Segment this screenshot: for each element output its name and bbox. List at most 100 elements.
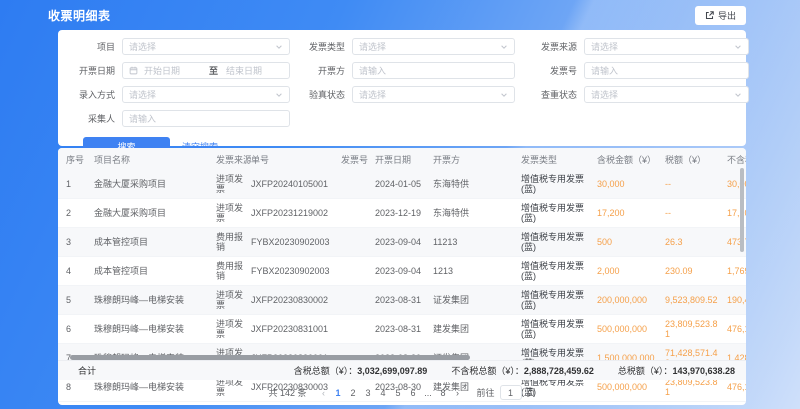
cell-date: 2024-01-05 [375,170,433,199]
invoice-date-label: 开票日期 [66,64,115,77]
cell-tax: -- [665,199,727,228]
invoice-type-label: 发票类型 [297,40,345,53]
cell-amount: 30,000 [597,170,665,199]
cell-amount: 500 [597,228,665,257]
export-label: 导出 [718,9,736,22]
cell-seq: 2 [58,199,94,228]
table-row[interactable]: 4 成本管控项目 费用报销 FYBX20230902003 2023-09-04… [58,257,746,286]
verify-status-select-placeholder: 请选择 [359,88,386,101]
invoice-no-input[interactable] [591,66,742,76]
cell-invoice-no [341,315,375,344]
table-header-row: 序号 项目名称 发票来源 单号 发票号 开票日期 开票方 发票类型 含税金额（¥… [58,148,746,170]
col-issuer: 开票方 [433,148,521,170]
dup-check-status-select[interactable]: 请选择 [584,86,749,103]
chevron-down-icon [734,43,742,51]
table-row[interactable]: 1 金融大厦采购项目 进项发票 JXFP20240105001 2024-01-… [58,170,746,199]
collector-label: 采集人 [66,112,115,125]
tax-incl-total: 含税总额（¥）：3,032,699,097.89 [294,364,428,377]
prev-page-button[interactable]: ‹ [317,388,331,398]
cell-order-no: JXFP20230831001 [251,315,341,344]
jump-prefix-label: 前往 [477,386,495,399]
cell-project: 成本管控项目 [94,257,216,286]
dup-check-status-label: 查重状态 [522,88,577,101]
table-row[interactable]: 6 珠穆朗玛峰—电梯安装 进项发票 JXFP20230831001 2023-0… [58,315,746,344]
cell-tax: 26.3 [665,228,727,257]
page-number-button[interactable]: 2 [346,388,361,398]
cell-seq: 5 [58,286,94,315]
table-row[interactable]: 2 金融大厦采购项目 进项发票 JXFP20231219002 2023-12-… [58,199,746,228]
cell-net: 190,476,190.48 [727,286,746,315]
chevron-down-icon [500,91,508,99]
invoice-no-input-wrap [584,62,749,79]
col-order-no: 单号 [251,148,341,170]
cell-seq: 3 [58,228,94,257]
summary-label: 合计 [78,364,96,377]
dup-check-select-placeholder: 请选择 [591,88,618,101]
tax-amount-total: 总税额（¥）：143,970,638.28 [618,364,735,377]
cell-order-no: JXFP20230830002 [251,286,341,315]
cell-type: 增值税专用发票(蓝) [521,199,597,228]
jump-page-input[interactable] [500,385,522,400]
cell-issuer: 1213 [433,257,521,286]
verify-status-label: 验真状态 [297,88,345,101]
table-row[interactable]: 3 成本管控项目 费用报销 FYBX20230902003 2023-09-04… [58,228,746,257]
cell-invoice-no [341,257,375,286]
cell-amount: 2,000 [597,257,665,286]
issuer-input-wrap [352,62,515,79]
cell-date: 2023-08-31 [375,315,433,344]
date-separator: 至 [209,64,218,77]
invoice-table-card: 序号 项目名称 发票来源 单号 发票号 开票日期 开票方 发票类型 含税金额（¥… [58,148,746,405]
cell-issuer: 11213 [433,228,521,257]
cell-seq: 1 [58,170,94,199]
issuer-input[interactable] [359,66,508,76]
cell-type: 增值税专用发票(蓝) [521,286,597,315]
cell-issuer: 证发集团 [433,286,521,315]
export-button[interactable]: 导出 [695,6,746,25]
invoice-type-select-placeholder: 请选择 [359,40,386,53]
cell-project: 金融大厦采购项目 [94,199,216,228]
page-number-button[interactable]: 5 [391,388,406,398]
page-title: 收票明细表 [48,7,111,24]
col-amount: 含税金额（¥） [597,148,665,170]
invoice-date-range-picker[interactable]: 开始日期 至 结束日期 [122,62,290,79]
pagination-bar: 共 142 条 ‹ 123456...8 › 前往 页 [58,380,746,405]
chevron-down-icon [275,91,283,99]
col-seq: 序号 [58,148,94,170]
next-page-button[interactable]: › [451,388,465,398]
export-icon [705,11,714,20]
date-end-placeholder: 结束日期 [226,64,283,77]
chevron-down-icon [734,91,742,99]
col-invoice-no: 发票号 [341,148,375,170]
page-number-button[interactable]: 6 [406,388,421,398]
page-number-button[interactable]: 4 [376,388,391,398]
vertical-scrollbar[interactable] [740,168,744,252]
chevron-down-icon [500,43,508,51]
table-row[interactable]: 5 珠穆朗玛峰—电梯安装 进项发票 JXFP20230830002 2023-0… [58,286,746,315]
entry-method-label: 录入方式 [66,88,115,101]
cell-tax: -- [665,170,727,199]
entry-method-select[interactable]: 请选择 [122,86,290,103]
col-project: 项目名称 [94,148,216,170]
page-number-button[interactable]: 8 [436,388,451,398]
project-select[interactable]: 请选择 [122,38,290,55]
cell-invoice-no [341,228,375,257]
invoice-type-select[interactable]: 请选择 [352,38,515,55]
cell-amount: 200,000,000 [597,286,665,315]
cell-project: 金融大厦采购项目 [94,170,216,199]
verify-status-select[interactable]: 请选择 [352,86,515,103]
cell-amount: 500,000,000 [597,315,665,344]
invoice-source-select[interactable]: 请选择 [584,38,749,55]
cell-source: 进项发票 [216,286,251,315]
cell-project: 珠穆朗玛峰—电梯安装 [94,315,216,344]
cell-type: 增值税专用发票(蓝) [521,315,597,344]
cell-source: 进项发票 [216,170,251,199]
col-tax: 税额（¥） [665,148,727,170]
page-number-button[interactable]: 3 [361,388,376,398]
page-number-button[interactable]: ... [421,388,436,398]
entry-method-select-placeholder: 请选择 [129,88,156,101]
pagination-total: 共 142 条 [268,386,306,399]
page-number-button[interactable]: 1 [331,388,346,398]
cell-source: 费用报销 [216,257,251,286]
collector-input[interactable] [129,114,283,124]
cell-type: 增值税专用发票(蓝) [521,228,597,257]
